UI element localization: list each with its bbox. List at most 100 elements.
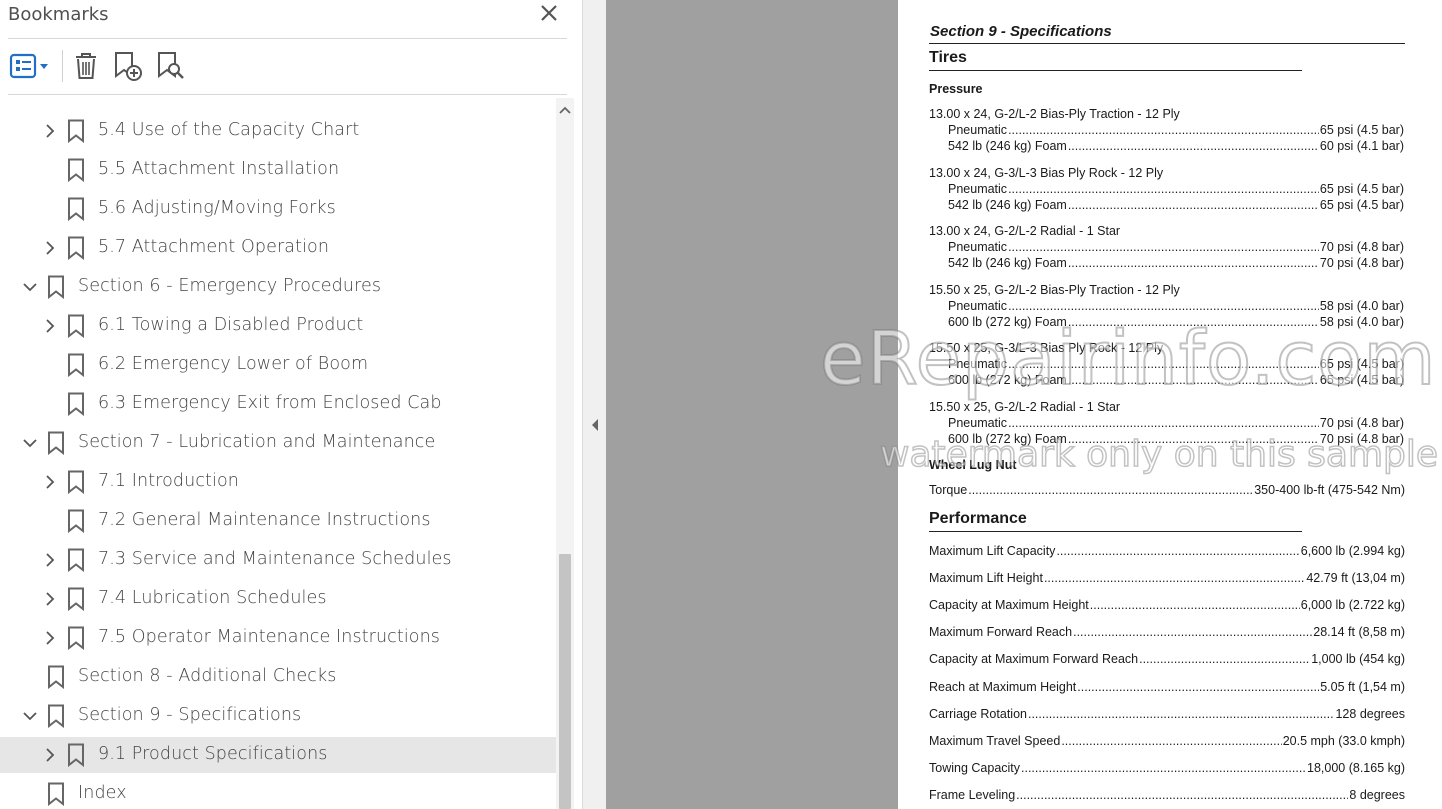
spec-value: 6,000 lb (2.722 kg): [1300, 598, 1405, 613]
chevron-up-icon: [559, 106, 571, 114]
bookmark-icon: [67, 314, 85, 339]
chevron-right-icon[interactable]: [41, 746, 59, 764]
performance-row: Towing Capacity 18,000 (8.165 kg): [929, 761, 1405, 775]
bookmark-item[interactable]: 6.2 Emergency Lower of Boom: [0, 347, 556, 383]
spec-value: 70 psi (4.8 bar): [1319, 240, 1404, 254]
bookmark-item[interactable]: Index: [0, 776, 556, 809]
delete-bookmark-button[interactable]: [70, 50, 102, 82]
bookmark-label: 6.3 Emergency Exit from Enclosed Cab: [98, 393, 442, 413]
divider: [8, 38, 567, 39]
bookmark-item[interactable]: Section 8 - Additional Checks: [0, 659, 556, 695]
bookmark-item[interactable]: 9.1 Product Specifications: [0, 737, 556, 773]
bookmark-item[interactable]: 6.3 Emergency Exit from Enclosed Cab: [0, 386, 556, 422]
heading-rule: [929, 70, 1302, 71]
bookmark-icon: [67, 509, 85, 534]
bookmark-item[interactable]: 5.5 Attachment Installation: [0, 152, 556, 188]
bookmark-icon: [67, 158, 85, 183]
bookmark-label: Section 6 - Emergency Procedures: [78, 276, 382, 296]
close-panel-button[interactable]: [536, 0, 562, 26]
chevron-right-icon[interactable]: [41, 590, 59, 608]
performance-row: Carriage Rotation 128 degrees: [929, 707, 1405, 721]
spec-label: Carriage Rotation: [929, 706, 1027, 721]
bookmark-item[interactable]: 7.2 General Maintenance Instructions: [0, 503, 556, 539]
bookmark-label: Section 7 - Lubrication and Maintenance: [78, 432, 436, 452]
spec-label: 542 lb (246 kg) Foam: [948, 198, 1067, 212]
chevron-down-icon[interactable]: [21, 278, 39, 296]
bookmark-item[interactable]: Section 9 - Specifications: [0, 698, 556, 734]
tire-size-title: 13.00 x 24, G-2/L-2 Radial - 1 Star: [929, 224, 1121, 238]
spec-label: Maximum Forward Reach: [929, 625, 1073, 640]
bookmark-tree: 5.4 Use of the Capacity Chart 5.5 Attachm…: [0, 96, 556, 809]
spec-label: Pneumatic: [948, 123, 1008, 137]
bookmark-label: 7.5 Operator Maintenance Instructions: [98, 627, 441, 647]
spec-value: 58 psi (4.0 bar): [1319, 299, 1404, 313]
bookmark-item[interactable]: 7.4 Lubrication Schedules: [0, 581, 556, 617]
heading-rule: [929, 43, 1405, 44]
tire-size-title: 13.00 x 24, G-2/L-2 Bias-Ply Traction - …: [929, 107, 1180, 121]
scrollbar-thumb[interactable]: [559, 554, 571, 809]
bookmark-item[interactable]: 5.7 Attachment Operation: [0, 230, 556, 266]
performance-row: Maximum Forward Reach 28.14 ft (8,58 m): [929, 625, 1405, 639]
toolbar-divider: [62, 50, 63, 82]
chevron-right-icon[interactable]: [41, 239, 59, 257]
bookmark-item[interactable]: 7.3 Service and Maintenance Schedules: [0, 542, 556, 578]
spec-label: Capacity at Maximum Forward Reach: [929, 652, 1139, 667]
bookmark-item[interactable]: 5.6 Adjusting/Moving Forks: [0, 191, 556, 227]
document-background: [606, 0, 898, 809]
performance-row: Maximum Lift Capacity 6,600 lb (2.994 kg): [929, 544, 1405, 558]
vertical-scrollbar[interactable]: [556, 98, 574, 809]
bookmark-icon: [67, 119, 85, 144]
bookmark-label: 6.2 Emergency Lower of Boom: [98, 354, 369, 374]
spec-label: Reach at Maximum Height: [929, 679, 1077, 694]
bookmark-item[interactable]: 6.1 Towing a Disabled Product: [0, 308, 556, 344]
options-menu-button[interactable]: [6, 50, 52, 82]
bookmark-label: Index: [78, 783, 127, 803]
spec-label: Maximum Travel Speed: [929, 733, 1061, 748]
scroll-up-button[interactable]: [556, 102, 574, 120]
spec-label: Torque: [929, 483, 968, 497]
bookmark-label: 5.6 Adjusting/Moving Forks: [98, 198, 336, 218]
bookmark-add-icon: [115, 52, 142, 81]
spec-value: 18,000 (8.165 kg): [1307, 760, 1405, 775]
spec-value: 60 psi (4.1 bar): [1319, 139, 1404, 153]
pressure-row: Pneumatic 70 psi (4.8 bar): [948, 240, 1404, 254]
performance-row: Maximum Travel Speed 20.5 mph (33.0 kmph): [929, 734, 1405, 748]
chevron-down-icon[interactable]: [21, 707, 39, 725]
bookmark-label: 5.5 Attachment Installation: [98, 159, 340, 179]
bookmark-icon: [67, 626, 85, 651]
spec-label: Pneumatic: [948, 182, 1008, 196]
bookmark-item[interactable]: 7.5 Operator Maintenance Instructions: [0, 620, 556, 656]
chevron-down-icon[interactable]: [21, 434, 39, 452]
bookmark-icon: [67, 392, 85, 417]
performance-row: Maximum Lift Height 42.79 ft (13,04 m): [929, 571, 1405, 585]
spec-value: 70 psi (4.8 bar): [1319, 256, 1404, 270]
bookmark-icon: [67, 587, 85, 612]
panel-splitter[interactable]: [582, 0, 606, 809]
bookmark-item[interactable]: Section 7 - Lubrication and Maintenance: [0, 425, 556, 461]
bookmark-item[interactable]: Section 6 - Emergency Procedures: [0, 269, 556, 305]
bookmark-item[interactable]: 7.1 Introduction: [0, 464, 556, 500]
collapse-panel-icon[interactable]: [590, 417, 600, 433]
spec-label: Pneumatic: [948, 416, 1008, 430]
spec-label: Pneumatic: [948, 299, 1008, 313]
spec-value: 65 psi (4.5 bar): [1319, 198, 1404, 212]
spec-value: 6,600 lb (2.994 kg): [1300, 544, 1405, 558]
bookmarks-panel: Bookmarks 5.4 Use of the Capacity Chart …: [0, 0, 582, 809]
find-bookmark-button[interactable]: [154, 50, 188, 82]
section-heading: Section 9 - Specifications: [930, 23, 1112, 40]
spec-value: 350-400 lb-ft (475-542 Nm): [1254, 483, 1405, 497]
chevron-right-icon[interactable]: [41, 317, 59, 335]
chevron-right-icon[interactable]: [41, 551, 59, 569]
new-bookmark-button[interactable]: [111, 50, 145, 82]
bookmark-icon: [47, 431, 65, 456]
bookmark-icon: [47, 704, 65, 729]
pressure-row: 542 lb (246 kg) Foam 65 psi (4.5 bar): [948, 198, 1404, 212]
chevron-right-icon[interactable]: [41, 122, 59, 140]
chevron-right-icon[interactable]: [41, 473, 59, 491]
chevron-right-icon[interactable]: [41, 629, 59, 647]
spec-value: 20.5 mph (33.0 kmph): [1282, 733, 1405, 748]
spec-label: Frame Leveling: [929, 787, 1016, 802]
bookmark-item[interactable]: 5.4 Use of the Capacity Chart: [0, 113, 556, 149]
heading-rule: [929, 531, 1302, 532]
spec-value: 70 psi (4.8 bar): [1319, 416, 1404, 430]
